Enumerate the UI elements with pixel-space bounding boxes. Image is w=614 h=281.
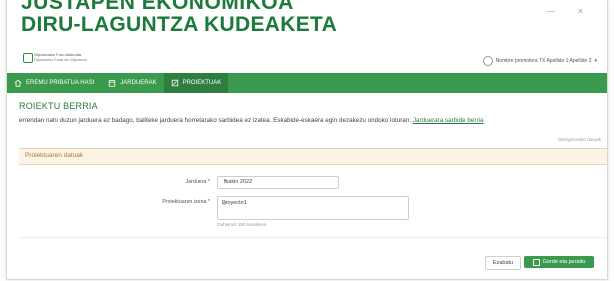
main-nav: EREMU PRIBATUA HASI JARDUERAK PROIEKTUAK xyxy=(7,73,607,93)
window-controls[interactable]: — × xyxy=(546,6,593,16)
jarduera-label: Jarduera * xyxy=(185,179,210,185)
app-title: DIRU-LAGUNTZA KUDEAKETA xyxy=(21,13,338,36)
save-icon xyxy=(532,258,540,266)
nav-item-label: PROIEKTUAK xyxy=(182,80,222,86)
chevron-down-icon: ▾ xyxy=(224,178,227,184)
chevron-down-icon: ▾ xyxy=(594,58,597,64)
project-name-label: Proiektuaren izena * xyxy=(162,199,210,205)
save-continue-button[interactable]: Gorde eta jarraitu xyxy=(524,256,594,268)
org-logo: Gipuzkoako Foru Aldundia Diputación Fora… xyxy=(23,52,93,64)
nav-item-projects[interactable]: PROIEKTUAK xyxy=(163,73,229,93)
char-limit-hint: Gehienez 250 karaktere. xyxy=(217,222,268,227)
resize-grip-icon[interactable]: ◢ xyxy=(222,200,406,218)
app-title-top: JUSTAPEN EKONOMIKOA xyxy=(21,0,294,14)
jarduera-select[interactable]: Ixakin 2022 ▾ xyxy=(217,176,339,189)
logo-text-secondary: Diputación Foral de Gipuzkoa xyxy=(34,57,87,62)
save-continue-label: Gorde eta jarraitu xyxy=(542,259,586,265)
project-name-field[interactable]: Proyecto1 ◢ xyxy=(217,196,409,220)
new-access-link[interactable]: Jarduerara sarbide berria xyxy=(413,117,484,124)
info-text: errendan nahi duzun jarduera ez badago, … xyxy=(19,117,412,124)
page-title: ROIEKTU BERRIA xyxy=(19,101,98,111)
section-title: Proiektuaren datuak xyxy=(25,152,84,159)
user-avatar-icon xyxy=(482,56,493,66)
info-message: errendan nahi duzun jarduera ez badago, … xyxy=(19,117,484,124)
user-menu[interactable]: Nombre promotora TX Apellido 1 Apellido … xyxy=(482,56,597,66)
logo-mark-icon xyxy=(23,53,33,63)
clear-button[interactable]: Ezabatu xyxy=(485,256,521,270)
app-header: JUSTAPEN EKONOMIKOA DIRU-LAGUNTZA KUDEAK… xyxy=(7,0,607,73)
required-fields-note: Derrigorrezko datuak xyxy=(558,137,601,142)
nav-item-private-area[interactable]: EREMU PRIBATUA HASI xyxy=(7,73,101,93)
user-name: Nombre promotora TX Apellido 1 Apellido … xyxy=(495,58,592,64)
divider xyxy=(19,237,607,238)
section-header: Proiektuaren datuak xyxy=(19,148,607,165)
edit-icon xyxy=(171,79,178,87)
nav-item-label: EREMU PRIBATUA HASI xyxy=(26,80,95,86)
calendar-icon xyxy=(109,80,116,87)
nav-item-activities[interactable]: JARDUERAK xyxy=(101,73,163,93)
nav-item-label: JARDUERAK xyxy=(120,80,157,86)
home-icon xyxy=(14,79,22,87)
app-window: JUSTAPEN EKONOMIKOA DIRU-LAGUNTZA KUDEAK… xyxy=(6,0,608,280)
